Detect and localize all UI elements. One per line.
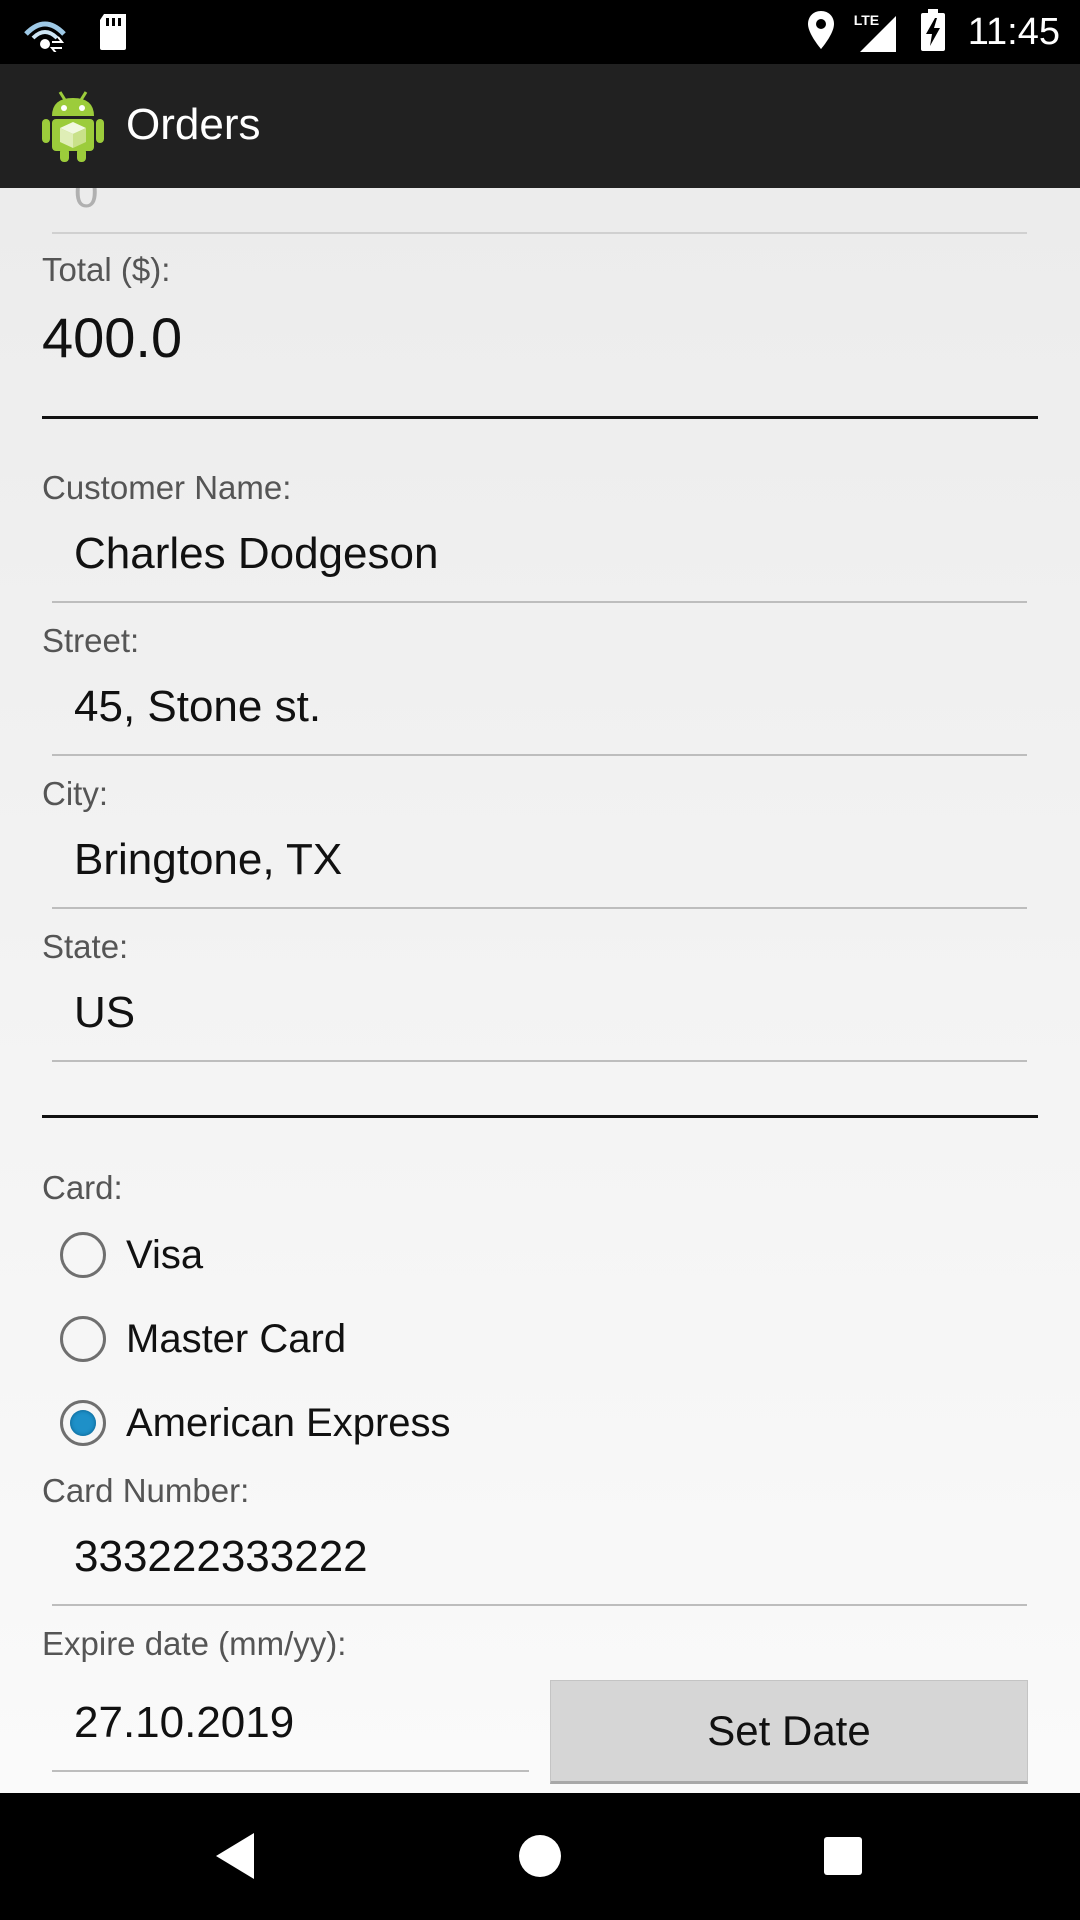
radio-option-master-card[interactable]: Master Card	[60, 1309, 346, 1369]
radio-label: Master Card	[126, 1316, 347, 1361]
section-divider	[42, 1115, 1038, 1118]
street-field[interactable]: 45, Stone st.	[52, 668, 1027, 756]
total-value: 400.0	[42, 306, 183, 369]
quantity-value: 0	[74, 188, 99, 217]
location-icon	[806, 9, 836, 55]
city-field[interactable]: Bringtone, TX	[52, 821, 1027, 909]
sd-card-icon	[96, 12, 130, 56]
street-label: Street:	[42, 622, 140, 659]
radio-button-selected[interactable]	[60, 1400, 106, 1446]
back-icon[interactable]	[210, 1829, 260, 1887]
radio-option-visa[interactable]: Visa	[60, 1225, 203, 1285]
radio-label: Visa	[126, 1232, 204, 1277]
expire-date-field[interactable]: 27.10.2019	[52, 1684, 529, 1772]
set-date-button[interactable]: Set Date	[550, 1680, 1028, 1784]
radio-label: American Express	[126, 1400, 451, 1445]
navigation-bar	[0, 1793, 1080, 1920]
customer-name-label: Customer Name:	[42, 469, 292, 506]
expire-date-label: Expire date (mm/yy):	[42, 1625, 347, 1662]
street-value: 45, Stone st.	[74, 682, 322, 731]
total-label: Total ($):	[42, 251, 171, 288]
battery-charging-icon	[920, 8, 946, 56]
wifi-sync-icon	[22, 12, 68, 56]
state-field[interactable]: US	[52, 974, 1027, 1062]
expire-date-value: 27.10.2019	[74, 1698, 295, 1747]
card-number-value: 333222333222	[74, 1532, 368, 1581]
network-type-label: LTE	[853, 12, 880, 28]
customer-name-field[interactable]: Charles Dodgeson	[52, 515, 1027, 603]
order-form: 0 Total ($): 400.0 Customer Name: Charle…	[0, 188, 1080, 1793]
status-bar: LTE 11:45	[0, 0, 1080, 64]
radio-button[interactable]	[60, 1316, 106, 1362]
card-number-label: Card Number:	[42, 1472, 250, 1509]
city-value: Bringtone, TX	[74, 835, 343, 884]
radio-button[interactable]	[60, 1232, 106, 1278]
android-package-icon	[40, 88, 106, 164]
city-label: City:	[42, 775, 108, 812]
recents-icon[interactable]	[822, 1829, 864, 1887]
quantity-field[interactable]: 0	[52, 188, 1027, 234]
card-number-field[interactable]: 333222333222	[52, 1518, 1027, 1606]
set-date-label: Set Date	[707, 1707, 871, 1754]
customer-name-value: Charles Dodgeson	[74, 529, 439, 578]
home-icon[interactable]	[518, 1829, 562, 1887]
state-label: State:	[42, 928, 129, 965]
state-value: US	[74, 988, 136, 1037]
card-label: Card:	[42, 1169, 123, 1206]
radio-option-american-express[interactable]: American Express	[60, 1393, 451, 1453]
app-bar: Orders	[0, 64, 1080, 188]
section-divider	[42, 416, 1038, 419]
signal-icon: LTE	[854, 10, 898, 54]
app-title: Orders	[126, 100, 261, 149]
clock: 11:45	[967, 10, 1060, 53]
